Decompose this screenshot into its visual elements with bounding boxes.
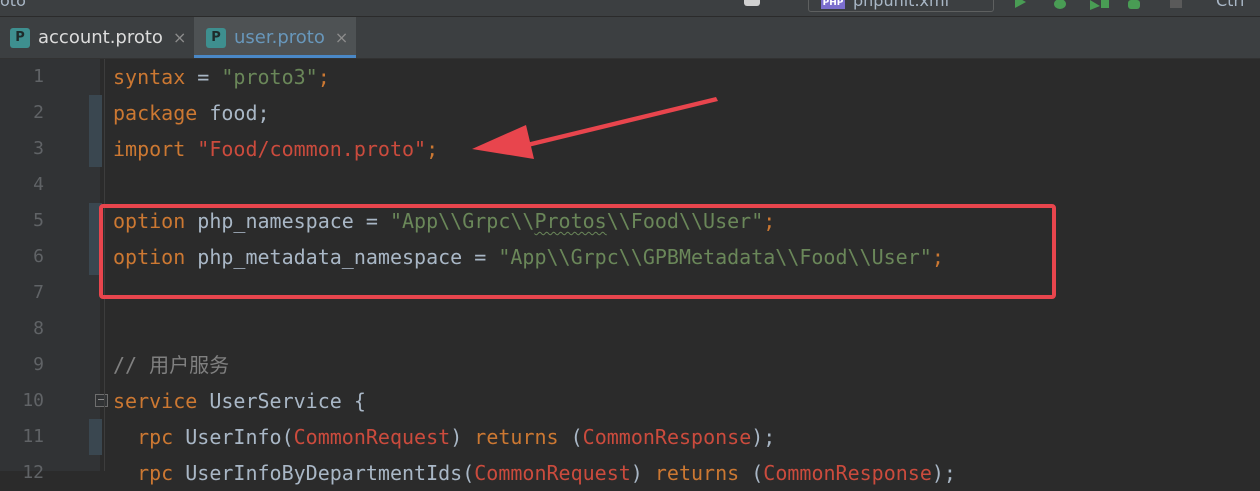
line-number: 3 [33,138,44,159]
tab-label: user.proto [234,27,325,48]
run-icon[interactable] [1012,0,1028,10]
line-number: 8 [33,318,44,339]
highlight-box-annotation [99,204,1056,299]
fold-icon[interactable] [95,394,108,407]
proto-file-icon: P [10,27,30,48]
vcs-change-marker[interactable] [89,419,102,455]
stop-icon[interactable] [1168,0,1184,10]
line-number: 6 [33,246,44,267]
line-number: 2 [33,102,44,123]
php-config-icon: PHP [821,0,845,9]
line-number: 12 [22,462,44,483]
line-number: 11 [22,426,44,447]
code-editor[interactable]: 1 2 3 4 5 6 7 8 9 10 11 12 syntax = "pro… [0,59,1260,485]
code-line-2: package food; [113,101,270,125]
line-number-gutter: 1 2 3 4 5 6 7 8 9 10 11 12 [0,59,100,483]
close-icon[interactable]: × [335,28,348,47]
tab-user-proto[interactable]: P user.proto × [194,17,356,58]
line-number: 7 [33,282,44,303]
arrow-annotation [472,97,718,159]
vcs-change-marker[interactable] [89,95,102,167]
line-number: 4 [33,174,44,195]
line-number: 9 [33,354,44,375]
line-number: 5 [33,210,44,231]
code-line-12: rpc UserInfoByDepartmentIds(CommonReques… [137,461,956,485]
line-number: 10 [22,390,44,411]
coverage-icon[interactable] [1088,0,1112,10]
close-icon[interactable]: × [173,28,186,47]
proto-file-icon: P [206,27,226,48]
run-configuration-selector[interactable]: PHP phpunit.xml [808,0,994,12]
code-line-11: rpc UserInfo(CommonRequest) returns (Com… [137,425,776,449]
profile-icon[interactable] [1124,0,1146,10]
debug-icon[interactable] [1050,0,1070,10]
shortcut-label: Ctrl [1216,0,1245,10]
code-line-9: // 用户服务 [113,353,230,377]
tab-label: account.proto [38,27,163,48]
line-number: 1 [33,66,44,87]
top-toolbar: oto PHP phpunit.xml Ctrl [0,0,1260,16]
editor-tab-bar: P account.proto × P user.proto × [0,17,1260,59]
code-line-1: syntax = "proto3"; [113,65,330,89]
user-icon[interactable] [742,0,762,8]
tab-account-proto[interactable]: P account.proto × [10,17,188,58]
active-tab-indicator [194,55,356,58]
project-label: oto [0,0,26,10]
code-line-3: import "Food/common.proto"; [113,137,439,161]
code-line-10: service UserService { [113,389,366,413]
run-configuration-label: phpunit.xml [853,0,950,10]
